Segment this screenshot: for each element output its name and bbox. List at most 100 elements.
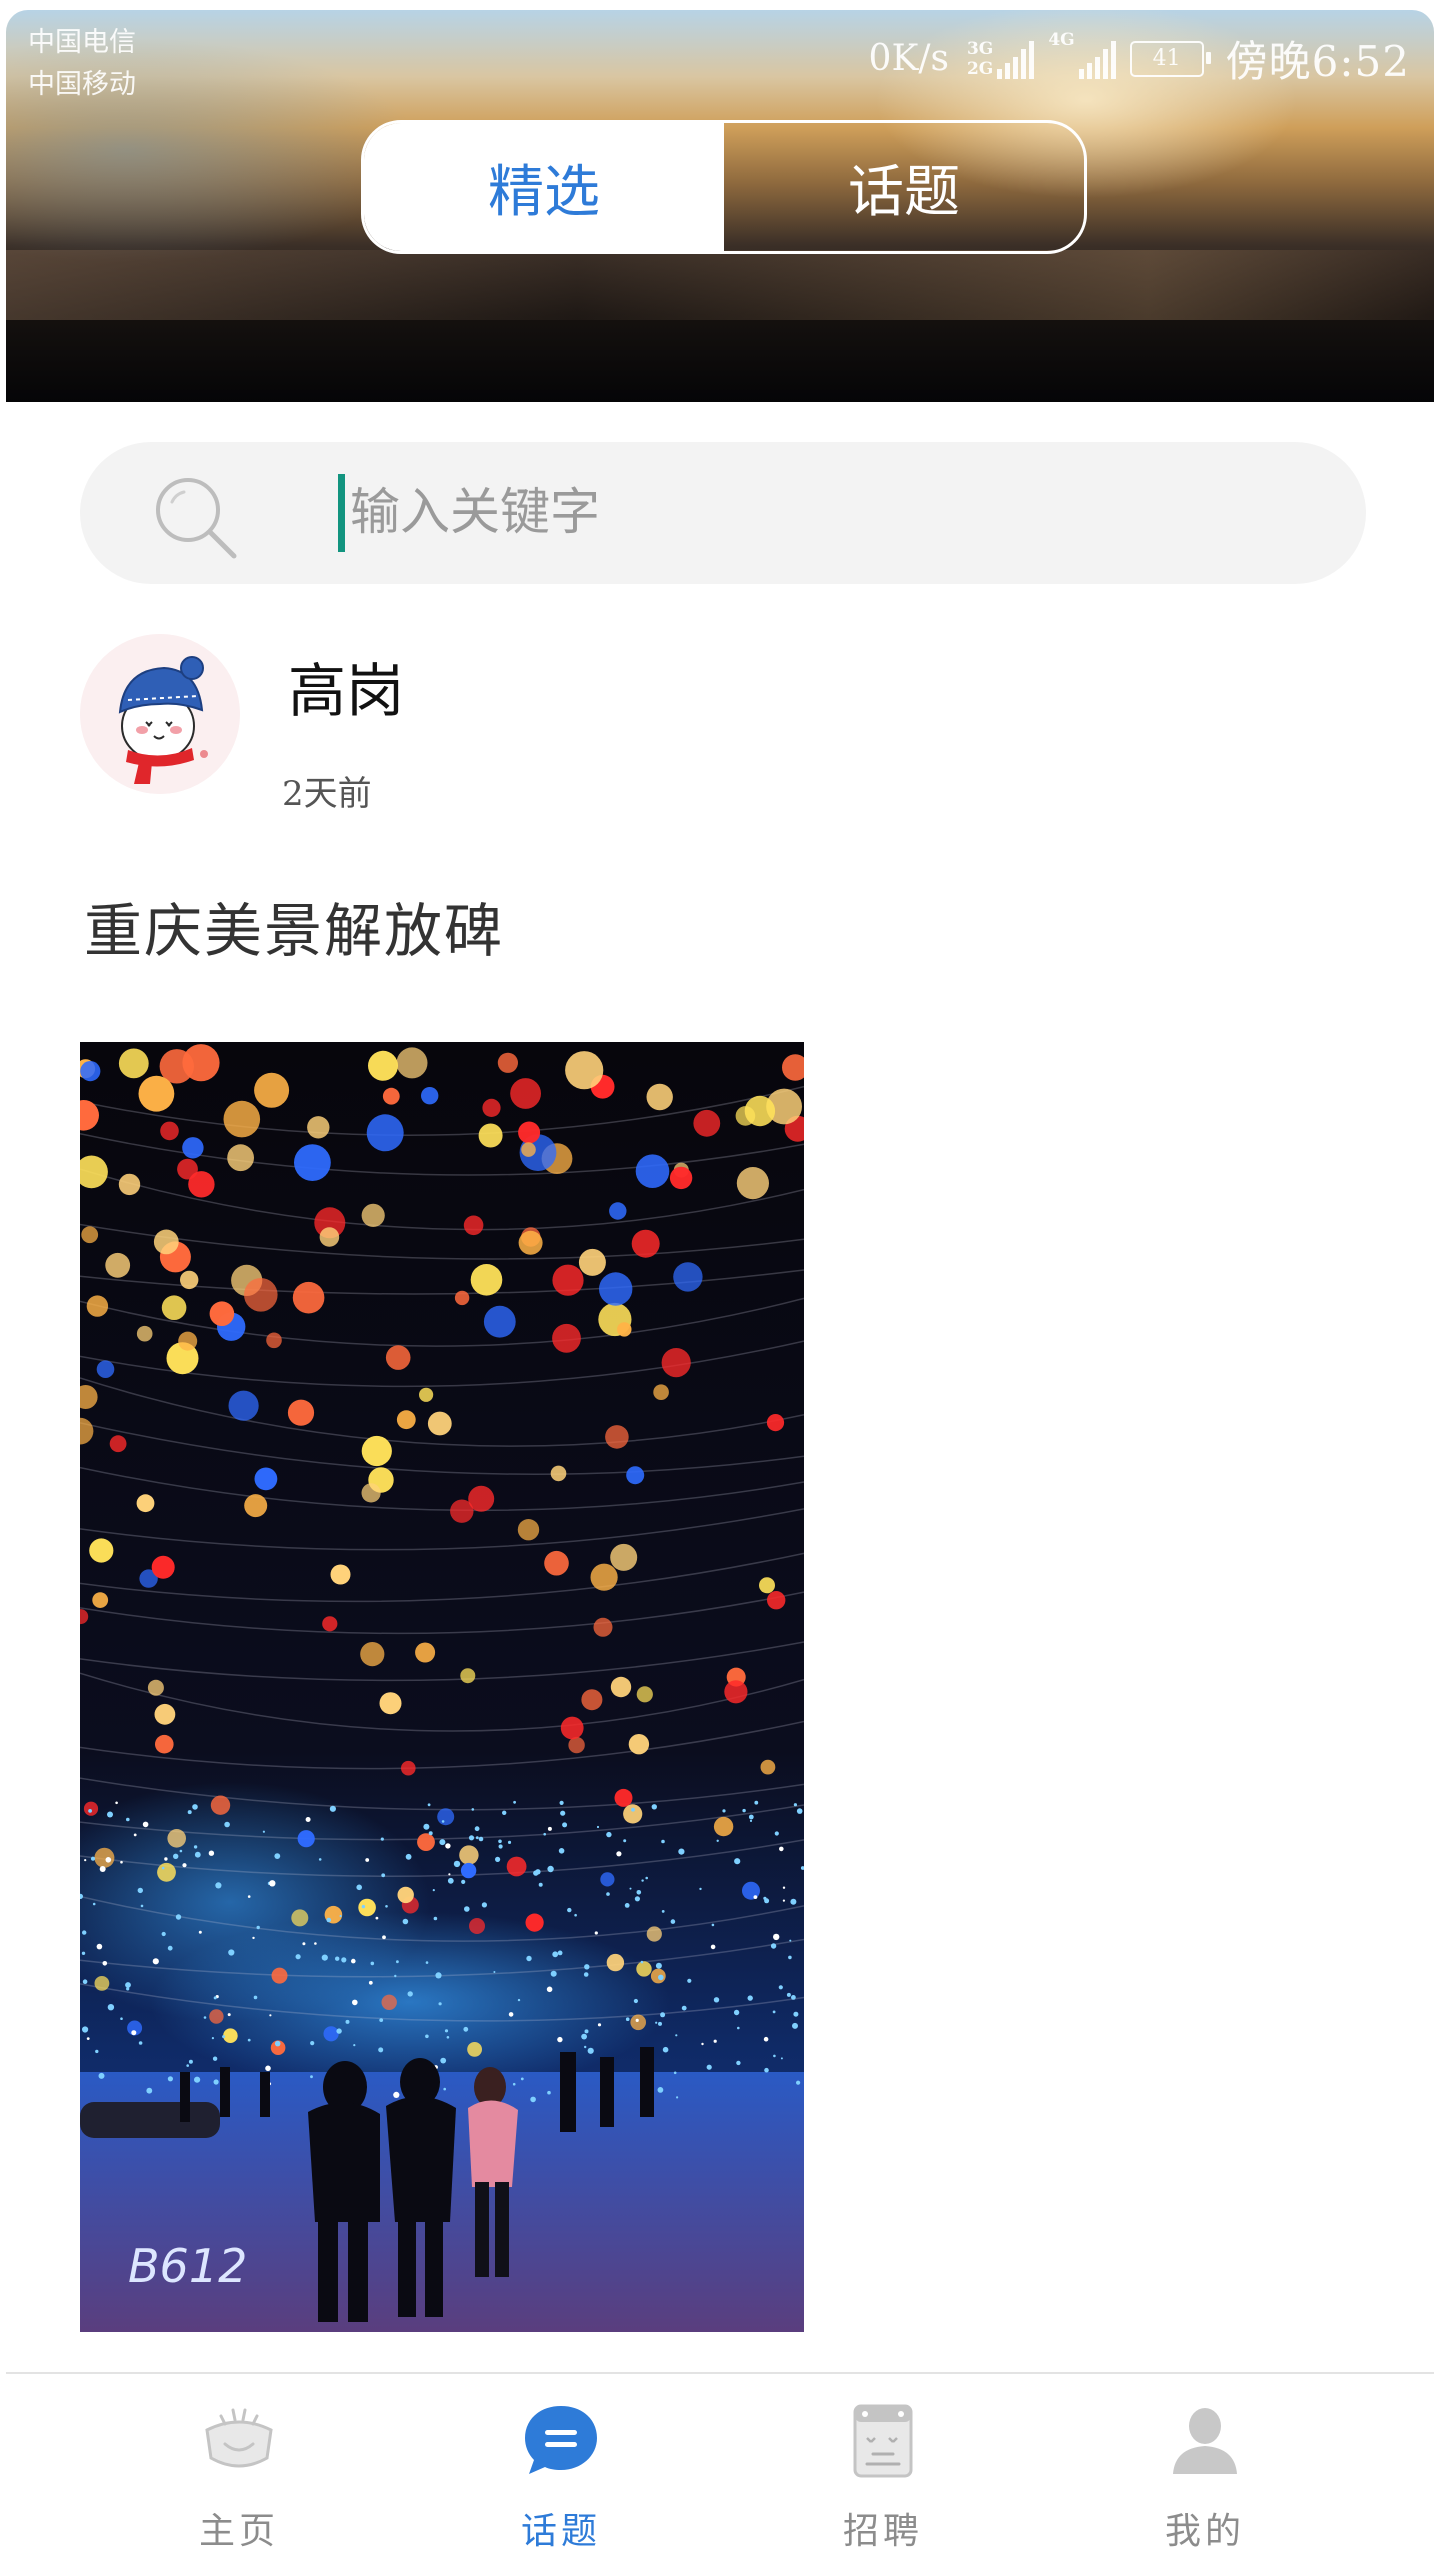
light-ornament	[401, 1760, 416, 1776]
light-ornament	[427, 1411, 452, 1436]
fairy-light	[763, 2036, 769, 2042]
fairy-light	[520, 2077, 524, 2081]
fairy-light	[385, 1905, 388, 1908]
fairy-light	[379, 2018, 384, 2022]
light-ornament	[297, 1830, 315, 1848]
fairy-light	[502, 1810, 507, 1815]
fairy-light	[82, 1930, 87, 1935]
nav-me[interactable]: 我的	[1044, 2374, 1366, 2560]
light-ornament	[323, 2026, 339, 2042]
tab-topics[interactable]: 话题	[724, 123, 1084, 251]
light-ornament	[396, 1410, 416, 1430]
fairy-light	[616, 1851, 622, 1857]
fairy-light	[265, 2065, 271, 2072]
fairy-light	[247, 1895, 251, 1898]
light-ornament	[623, 1804, 643, 1824]
fairy-light	[606, 1892, 610, 1896]
fairy-light	[402, 1918, 409, 1925]
fairy-light	[606, 1831, 612, 1838]
fairy-light	[92, 1902, 96, 1906]
post-author[interactable]: 高岗	[288, 644, 404, 728]
fairy-light	[788, 1955, 792, 1960]
fairy-light	[567, 1907, 572, 1913]
fairy-light	[345, 2019, 350, 2024]
fairy-light	[396, 1960, 399, 1964]
light-ornament	[506, 1856, 527, 1877]
light-ornament	[760, 1759, 776, 1775]
fairy-light	[446, 2036, 450, 2039]
light-ornament	[182, 1137, 204, 1159]
fairy-light	[256, 1925, 260, 1930]
avatar[interactable]	[80, 634, 240, 794]
fairy-light	[81, 1951, 86, 1955]
fairy-light	[167, 1945, 173, 1951]
light-ornament	[209, 2009, 224, 2024]
fairy-light	[95, 2049, 99, 2054]
light-ornament	[766, 1414, 785, 1432]
fairy-light	[370, 1961, 375, 1966]
light-ornament	[599, 1272, 633, 1306]
fairy-light	[754, 1800, 759, 1805]
light-ornament	[136, 1325, 153, 1342]
fairy-light	[310, 2041, 315, 2046]
light-ornament	[617, 1322, 632, 1337]
fairy-light	[167, 2076, 173, 2082]
light-ornament	[631, 1229, 660, 1258]
fairy-light	[658, 1974, 664, 1981]
search-bar[interactable]	[80, 442, 1366, 584]
light-ornament	[155, 1734, 174, 1754]
light-ornament	[118, 1173, 141, 1196]
post-image[interactable]: B612	[80, 1042, 804, 2332]
tab-featured[interactable]: 精选	[364, 123, 724, 251]
fairy-light	[624, 1903, 630, 1908]
nav-topics[interactable]: 话题	[400, 2374, 722, 2560]
fairy-light	[701, 2042, 704, 2046]
fairy-light	[198, 1930, 202, 1934]
light-ornament	[80, 1061, 101, 1082]
light-ornament	[330, 1564, 351, 1585]
segmented-tabs: 精选 话题	[361, 120, 1087, 254]
nav-jobs[interactable]: 招聘	[722, 2374, 1044, 2560]
light-ornament	[105, 1252, 131, 1278]
fairy-light	[793, 2011, 799, 2017]
fairy-light	[753, 1895, 758, 1899]
fairy-light	[645, 1876, 648, 1880]
fairy-light	[583, 1972, 589, 1977]
light-ornament	[287, 1399, 315, 1426]
fairy-light	[393, 2091, 400, 2098]
light-ornament	[460, 1668, 476, 1684]
fairy-light	[115, 1801, 118, 1805]
light-ornament	[358, 1898, 376, 1917]
network-type-2g: 2G	[966, 58, 994, 79]
light-ornament	[271, 1967, 288, 1984]
fairy-light	[213, 2079, 219, 2085]
fairy-light	[120, 2017, 123, 2020]
fairy-light	[546, 1986, 553, 1993]
fairy-light	[547, 2090, 551, 2095]
header-background-blur	[6, 250, 1434, 320]
fairy-light	[405, 1853, 412, 1860]
fairy-light	[471, 1808, 475, 1811]
fairy-light	[780, 2057, 783, 2060]
search-input[interactable]	[350, 464, 1250, 560]
fairy-light	[710, 1944, 716, 1950]
light-ornament	[419, 1387, 434, 1402]
nav-home[interactable]: 主页	[78, 2374, 400, 2560]
post-title[interactable]: 重庆美景解放碑	[84, 884, 504, 968]
light-ornament	[568, 1736, 585, 1754]
fairy-light	[173, 1853, 179, 1859]
fairy-light	[161, 1866, 165, 1870]
fairy-light	[512, 2082, 516, 2086]
fairy-light	[326, 1917, 332, 1923]
fairy-light	[365, 1858, 370, 1862]
fairy-light	[748, 1814, 754, 1820]
fairy-light	[629, 1887, 632, 1890]
light-ornament	[94, 1847, 115, 1868]
fairy-light	[464, 1906, 470, 1912]
fairy-light	[734, 1858, 741, 1865]
light-ornament	[510, 1078, 541, 1109]
fairy-light	[356, 1884, 363, 1891]
fairy-light	[182, 1863, 187, 1868]
light-ornament	[385, 1345, 411, 1370]
fairy-light	[562, 1822, 568, 1828]
